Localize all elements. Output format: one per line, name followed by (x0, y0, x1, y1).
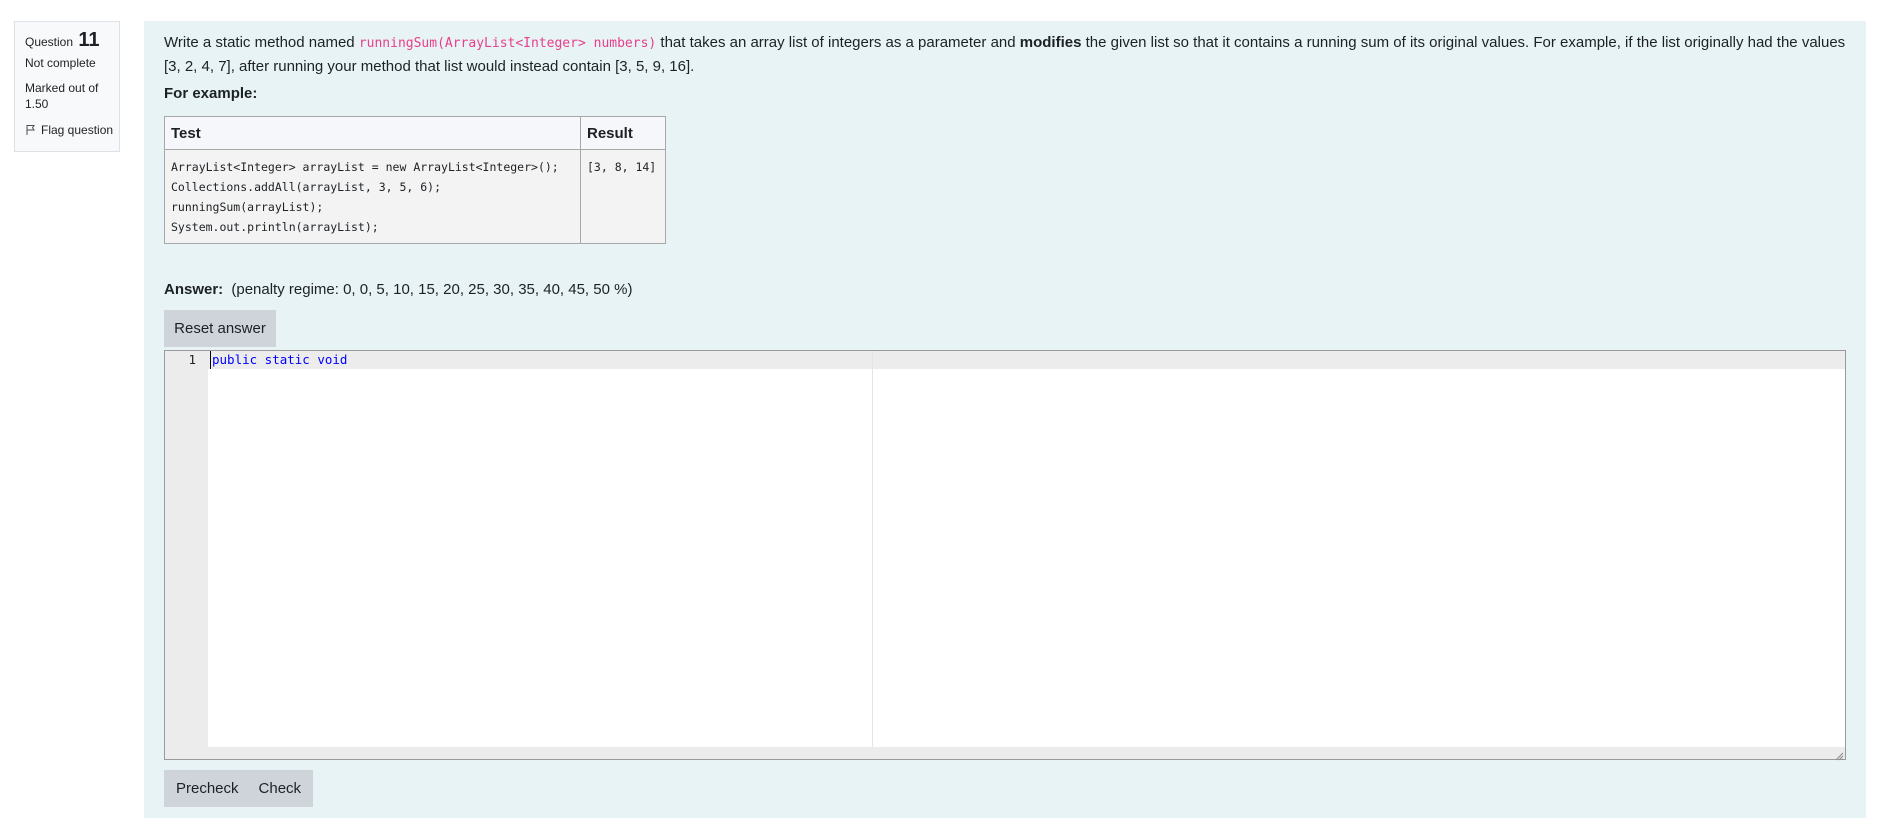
flag-question-label: Flag question (41, 123, 114, 137)
code-editor[interactable]: 1 public static void (164, 350, 1846, 761)
question-number: Question 11 (25, 28, 119, 52)
question-label: Question (25, 35, 74, 49)
test-code-cell: ArrayList<Integer> arrayList = new Array… (164, 149, 581, 244)
submit-buttons: Precheck Check (164, 770, 314, 807)
for-example-heading: For example: (164, 85, 258, 102)
code-line[interactable]: public static void (210, 351, 347, 369)
penalty-regime: (penalty regime: 0, 0, 5, 10, 15, 20, 25… (231, 281, 633, 298)
active-line-highlight (208, 351, 1845, 369)
line-number: 1 (188, 352, 196, 367)
reset-answer-button[interactable]: Reset answer (164, 310, 276, 347)
question-number-value: 11 (78, 29, 100, 51)
column-header-test: Test (164, 116, 581, 150)
table-row: ArrayList<Integer> arrayList = new Array… (164, 149, 666, 244)
editor-gutter: 1 (165, 351, 208, 759)
examples-table: Test Result ArrayList<Integer> arrayList… (164, 116, 666, 244)
question-text-bold: modifies (1019, 34, 1082, 51)
column-header-result: Result (580, 116, 666, 150)
answer-heading: Answer: (penalty regime: 0, 0, 5, 10, 15… (164, 281, 632, 298)
question-info-panel: Question 11 Not complete Marked out of 1… (14, 21, 120, 152)
precheck-button[interactable]: Precheck (164, 770, 251, 807)
result-cell: [3, 8, 14] (580, 149, 666, 244)
horizontal-scrollbar[interactable] (208, 747, 1845, 759)
flag-question-link[interactable]: Flag question (25, 122, 119, 138)
question-grade: Marked out of 1.50 (25, 80, 119, 112)
grade-value: 1.50 (25, 97, 49, 111)
print-margin (872, 351, 873, 759)
answer-label: Answer: (164, 281, 224, 298)
check-button[interactable]: Check (250, 770, 314, 807)
flag-icon (25, 124, 37, 136)
resize-handle-icon[interactable] (1834, 748, 1844, 761)
question-text: Write a static method named runningSum(A… (164, 31, 1854, 78)
grade-label: Marked out of (25, 81, 99, 95)
question-text-intro: Write a static method named (164, 34, 359, 51)
question-state: Not complete (25, 56, 96, 70)
question-content: Write a static method named runningSum(A… (144, 21, 1866, 818)
question-text-middle: that takes an array list of integers as … (656, 34, 1020, 51)
method-signature: runningSum(ArrayList<Integer> numbers) (358, 36, 657, 51)
